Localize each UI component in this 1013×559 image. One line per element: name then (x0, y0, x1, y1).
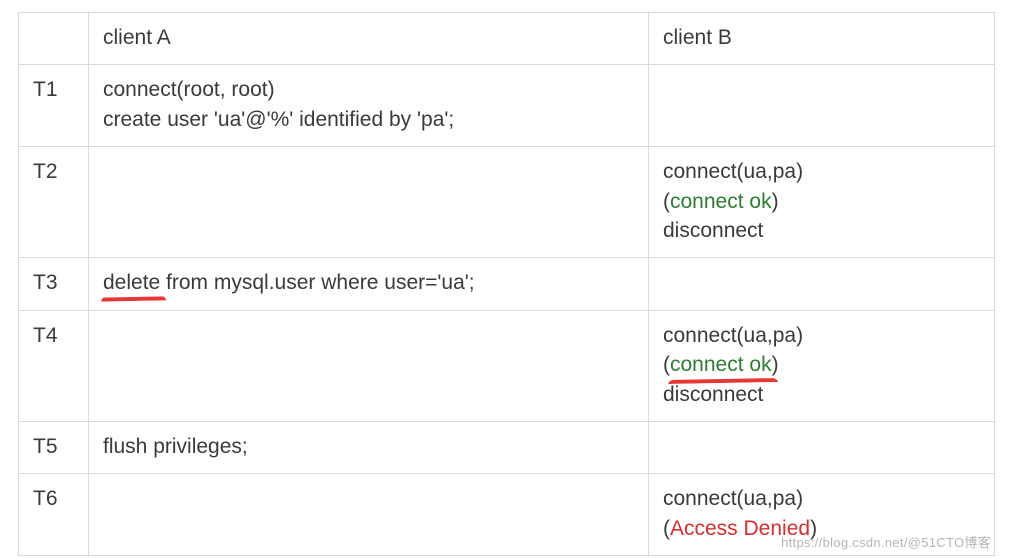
clientB-cell: connect(ua,pa) (Access Denied) (649, 474, 995, 556)
clientA-cell (89, 310, 649, 421)
clientB-cell: connect(ua,pa) (connect ok) disconnect (649, 147, 995, 258)
step-label: T1 (19, 65, 89, 147)
clientA-cell: flush privileges; (89, 421, 649, 473)
sql-text: connect(ua,pa) (663, 160, 803, 183)
sql-session-table: client A client B T1 connect(root, root)… (18, 12, 995, 556)
status-access-denied: Access Denied (670, 517, 810, 540)
status-connect-ok: connect ok (670, 190, 772, 213)
col-step-header (19, 13, 89, 65)
table-row: T5 flush privileges; (19, 421, 995, 473)
table-header-row: client A client B (19, 13, 995, 65)
col-clientA-header: client A (89, 13, 649, 65)
sql-text: from mysql.user where user='ua'; (160, 271, 474, 294)
paren: ( (663, 517, 670, 540)
step-label: T2 (19, 147, 89, 258)
clientB-cell: connect(ua,pa) (connect ok) disconnect (649, 310, 995, 421)
sql-text: connect(root, root) (103, 78, 275, 101)
sql-text: create user 'ua'@'%' identified by 'pa'; (103, 108, 454, 131)
paren: ( (663, 353, 670, 376)
sql-text: disconnect (663, 383, 763, 406)
status-connect-ok-highlighted: connect ok (670, 350, 772, 379)
clientA-cell: delete from mysql.user where user='ua'; (89, 258, 649, 310)
sql-text: connect(ua,pa) (663, 324, 803, 347)
step-label: T6 (19, 474, 89, 556)
step-label: T4 (19, 310, 89, 421)
clientA-cell (89, 474, 649, 556)
clientB-cell (649, 65, 995, 147)
sql-text: disconnect (663, 219, 763, 242)
paren: ) (772, 190, 779, 213)
paren: ) (810, 517, 817, 540)
col-clientB-header: client B (649, 13, 995, 65)
step-label: T3 (19, 258, 89, 310)
table-row: T4 connect(ua,pa) (connect ok) disconnec… (19, 310, 995, 421)
paren: ( (663, 190, 670, 213)
clientA-cell: connect(root, root) create user 'ua'@'%'… (89, 65, 649, 147)
table-row: T3 delete from mysql.user where user='ua… (19, 258, 995, 310)
clientB-cell (649, 258, 995, 310)
paren: ) (772, 353, 779, 376)
highlight-delete: delete (103, 268, 160, 297)
sql-text: connect(ua,pa) (663, 487, 803, 510)
clientA-cell (89, 147, 649, 258)
table-row: T6 connect(ua,pa) (Access Denied) (19, 474, 995, 556)
table-row: T1 connect(root, root) create user 'ua'@… (19, 65, 995, 147)
step-label: T5 (19, 421, 89, 473)
clientB-cell (649, 421, 995, 473)
table-row: T2 connect(ua,pa) (connect ok) disconnec… (19, 147, 995, 258)
